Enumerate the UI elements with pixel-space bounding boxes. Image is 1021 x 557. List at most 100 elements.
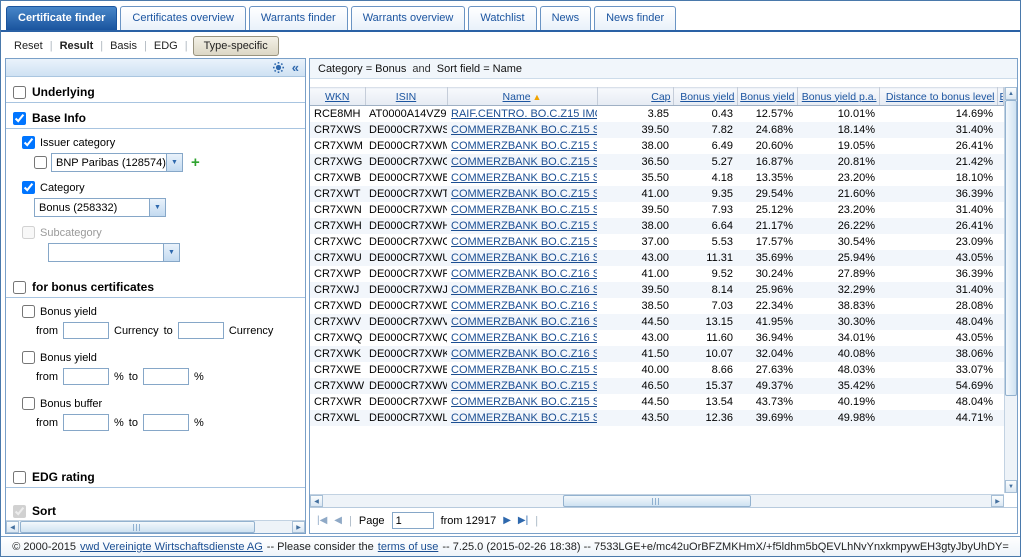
category-dropdown[interactable]: Bonus (258332) ▼ [34, 198, 166, 217]
instrument-name-link[interactable]: COMMERZBANK BO.C.Z16 SYV [451, 348, 597, 360]
bonus-yield-checkbox[interactable] [22, 305, 35, 318]
edg-rating-checkbox[interactable] [13, 471, 26, 484]
column-header-distance-to-bonus-level[interactable]: Distance to bonus level [879, 88, 997, 106]
instrument-name-link[interactable]: COMMERZBANK BO.C.Z15 SYV [451, 156, 597, 168]
page-input[interactable] [392, 512, 434, 529]
column-header-bonus-yield[interactable]: Bonus yield [737, 88, 797, 106]
subtab-result[interactable]: Result [53, 38, 101, 54]
dropdown-arrow-icon[interactable]: ▼ [166, 154, 182, 171]
terms-of-use-link[interactable]: terms of use [378, 541, 439, 553]
instrument-name-link[interactable]: COMMERZBANK BO.C.Z16 SYV [451, 284, 597, 296]
instrument-name-link[interactable]: RAIF.CENTRO. BO.C.Z15 IMO [451, 108, 597, 120]
column-header-wkn[interactable]: WKN [310, 88, 365, 106]
tab-news-finder[interactable]: News finder [594, 6, 676, 30]
next-page-icon[interactable]: ▶ [503, 515, 511, 526]
instrument-name-link[interactable]: COMMERZBANK BO.C.Z15 SYV [451, 124, 597, 136]
column-header-isin[interactable]: ISIN [365, 88, 447, 106]
scrollbar-thumb[interactable] [20, 521, 255, 533]
table-row[interactable]: CR7XWWDE000CR7XWW1COMMERZBANK BO.C.Z15 S… [310, 378, 1004, 394]
subtab-reset[interactable]: Reset [7, 38, 50, 54]
instrument-name-link[interactable]: COMMERZBANK BO.C.Z15 SYV [451, 188, 597, 200]
subtab-type-specific[interactable]: Type-specific [193, 36, 279, 56]
table-row[interactable]: CR7XWGDE000CR7XWG4COMMERZBANK BO.C.Z15 S… [310, 154, 1004, 170]
tab-certificate-finder[interactable]: Certificate finder [6, 6, 117, 30]
tab-certificates-overview[interactable]: Certificates overview [120, 6, 245, 30]
subtab-edg[interactable]: EDG [147, 38, 185, 54]
table-row[interactable]: CR7XWTDE000CR7XWT7COMMERZBANK BO.C.Z15 S… [310, 186, 1004, 202]
bonus-certificates-checkbox[interactable] [13, 281, 26, 294]
scroll-up-icon[interactable]: ▲ [1005, 87, 1017, 100]
instrument-name-link[interactable]: COMMERZBANK BO.C.Z15 SYV [451, 172, 597, 184]
table-horizontal-scrollbar[interactable]: ◀ ▶ [310, 494, 1004, 507]
subcategory-checkbox[interactable] [22, 226, 35, 239]
tab-watchlist[interactable]: Watchlist [468, 6, 536, 30]
instrument-name-link[interactable]: COMMERZBANK BO.C.Z15 SYV [451, 140, 597, 152]
instrument-name-link[interactable]: COMMERZBANK BO.C.Z16 SYV [451, 268, 597, 280]
instrument-name-link[interactable]: COMMERZBANK BO.C.Z15 SYV [451, 364, 597, 376]
instrument-name-link[interactable]: COMMERZBANK BO.C.Z15 SYV [451, 396, 597, 408]
sidebar-horizontal-scrollbar[interactable]: ◀ ▶ [6, 520, 305, 533]
table-row[interactable]: CR7XWVDE000CR7XWV3COMMERZBANK BO.C.Z16 S… [310, 314, 1004, 330]
tab-news[interactable]: News [540, 6, 592, 30]
instrument-name-link[interactable]: COMMERZBANK BO.C.Z15 SYV [451, 380, 597, 392]
column-header-bonus-yield[interactable]: Bonus yield [673, 88, 737, 106]
tab-warrants-finder[interactable]: Warrants finder [249, 6, 348, 30]
sort-checkbox[interactable] [13, 505, 26, 518]
scrollbar-track[interactable] [1005, 100, 1017, 480]
table-row[interactable]: CR7XWRDE000CR7XWR1COMMERZBANK BO.C.Z15 S… [310, 394, 1004, 410]
table-row[interactable]: RCE8MHAT0000A14VZ9RAIF.CENTRO. BO.C.Z15 … [310, 106, 1004, 122]
table-row[interactable]: CR7XWDDE000CR7XWD1COMMERZBANK BO.C.Z16 S… [310, 298, 1004, 314]
add-issuer-icon[interactable]: + [191, 156, 200, 169]
table-row[interactable]: CR7XWJDE000CR7XWJ8COMMERZBANK BO.C.Z16 S… [310, 282, 1004, 298]
scroll-right-icon[interactable]: ▶ [292, 521, 305, 533]
table-row[interactable]: CR7XWBDE000CR7XWB5COMMERZBANK BO.C.Z15 S… [310, 170, 1004, 186]
issuer-dropdown[interactable]: BNP Paribas (128574) ▼ [51, 153, 183, 172]
underlying-checkbox[interactable] [13, 86, 26, 99]
table-row[interactable]: CR7XWEDE000CR7XWE9COMMERZBANK BO.C.Z15 S… [310, 362, 1004, 378]
issuer-option-checkbox[interactable] [34, 156, 47, 169]
table-row[interactable]: CR7XWHDE000CR7XWH2COMMERZBANK BO.C.Z15 S… [310, 218, 1004, 234]
table-row[interactable]: CR7XWLDE000CR7XWL4COMMERZBANK BO.C.Z15 S… [310, 410, 1004, 426]
from-input[interactable] [63, 322, 109, 339]
column-header-name[interactable]: Name▲ [447, 88, 597, 106]
table-row[interactable]: CR7XWUDE000CR7XWU5COMMERZBANK BO.C.Z16 S… [310, 250, 1004, 266]
instrument-name-link[interactable]: COMMERZBANK BO.C.Z16 SYV [451, 300, 597, 312]
from-input[interactable] [63, 414, 109, 431]
prev-page-icon[interactable]: ◀ [334, 515, 342, 526]
column-header-b[interactable]: B [997, 88, 1004, 106]
last-page-icon[interactable]: ▶| [518, 515, 528, 526]
to-input[interactable] [178, 322, 224, 339]
instrument-name-link[interactable]: COMMERZBANK BO.C.Z16 SYV [451, 252, 597, 264]
dropdown-arrow-icon[interactable]: ▼ [149, 199, 165, 216]
instrument-name-link[interactable]: COMMERZBANK BO.C.Z15 SYV [451, 236, 597, 248]
scroll-down-icon[interactable]: ▼ [1005, 480, 1017, 493]
instrument-name-link[interactable]: COMMERZBANK BO.C.Z15 SYV [451, 412, 597, 424]
scroll-left-icon[interactable]: ◀ [6, 521, 19, 533]
category-checkbox[interactable] [22, 181, 35, 194]
collapse-panel-icon[interactable]: « [292, 61, 299, 75]
table-row[interactable]: CR7XWPDE000CR7XWP5COMMERZBANK BO.C.Z16 S… [310, 266, 1004, 282]
table-row[interactable]: CR7XWNDE000CR7XWN0COMMERZBANK BO.C.Z15 S… [310, 202, 1004, 218]
tab-warrants-overview[interactable]: Warrants overview [351, 6, 466, 30]
instrument-name-link[interactable]: COMMERZBANK BO.C.Z16 SYV [451, 316, 597, 328]
scrollbar-track[interactable] [323, 495, 991, 507]
table-row[interactable]: CR7XWMDE000CR7XWM2COMMERZBANK BO.C.Z15 S… [310, 138, 1004, 154]
to-input[interactable] [143, 368, 189, 385]
bonus-yield-checkbox[interactable] [22, 351, 35, 364]
company-link[interactable]: vwd Vereinigte Wirtschaftsdienste AG [80, 541, 263, 553]
bonus-buffer-checkbox[interactable] [22, 397, 35, 410]
instrument-name-link[interactable]: COMMERZBANK BO.C.Z15 SYV [451, 220, 597, 232]
to-input[interactable] [143, 414, 189, 431]
instrument-name-link[interactable]: COMMERZBANK BO.C.Z16 SYV [451, 332, 597, 344]
table-row[interactable]: CR7XWKDE000CR7XWK6COMMERZBANK BO.C.Z16 S… [310, 346, 1004, 362]
table-row[interactable]: CR7XWQDE000CR7XWQ3COMMERZBANK BO.C.Z16 S… [310, 330, 1004, 346]
subcategory-dropdown[interactable]: ▼ [48, 243, 180, 262]
scrollbar-thumb[interactable] [563, 495, 750, 507]
base-info-checkbox[interactable] [13, 112, 26, 125]
instrument-name-link[interactable]: COMMERZBANK BO.C.Z15 SYV [451, 204, 597, 216]
issuer-category-checkbox[interactable] [22, 136, 35, 149]
scroll-right-icon[interactable]: ▶ [991, 495, 1004, 507]
scrollbar-track[interactable] [19, 521, 292, 533]
scroll-left-icon[interactable]: ◀ [310, 495, 323, 507]
table-row[interactable]: CR7XWSDE000CR7XWS9COMMERZBANK BO.C.Z15 S… [310, 122, 1004, 138]
